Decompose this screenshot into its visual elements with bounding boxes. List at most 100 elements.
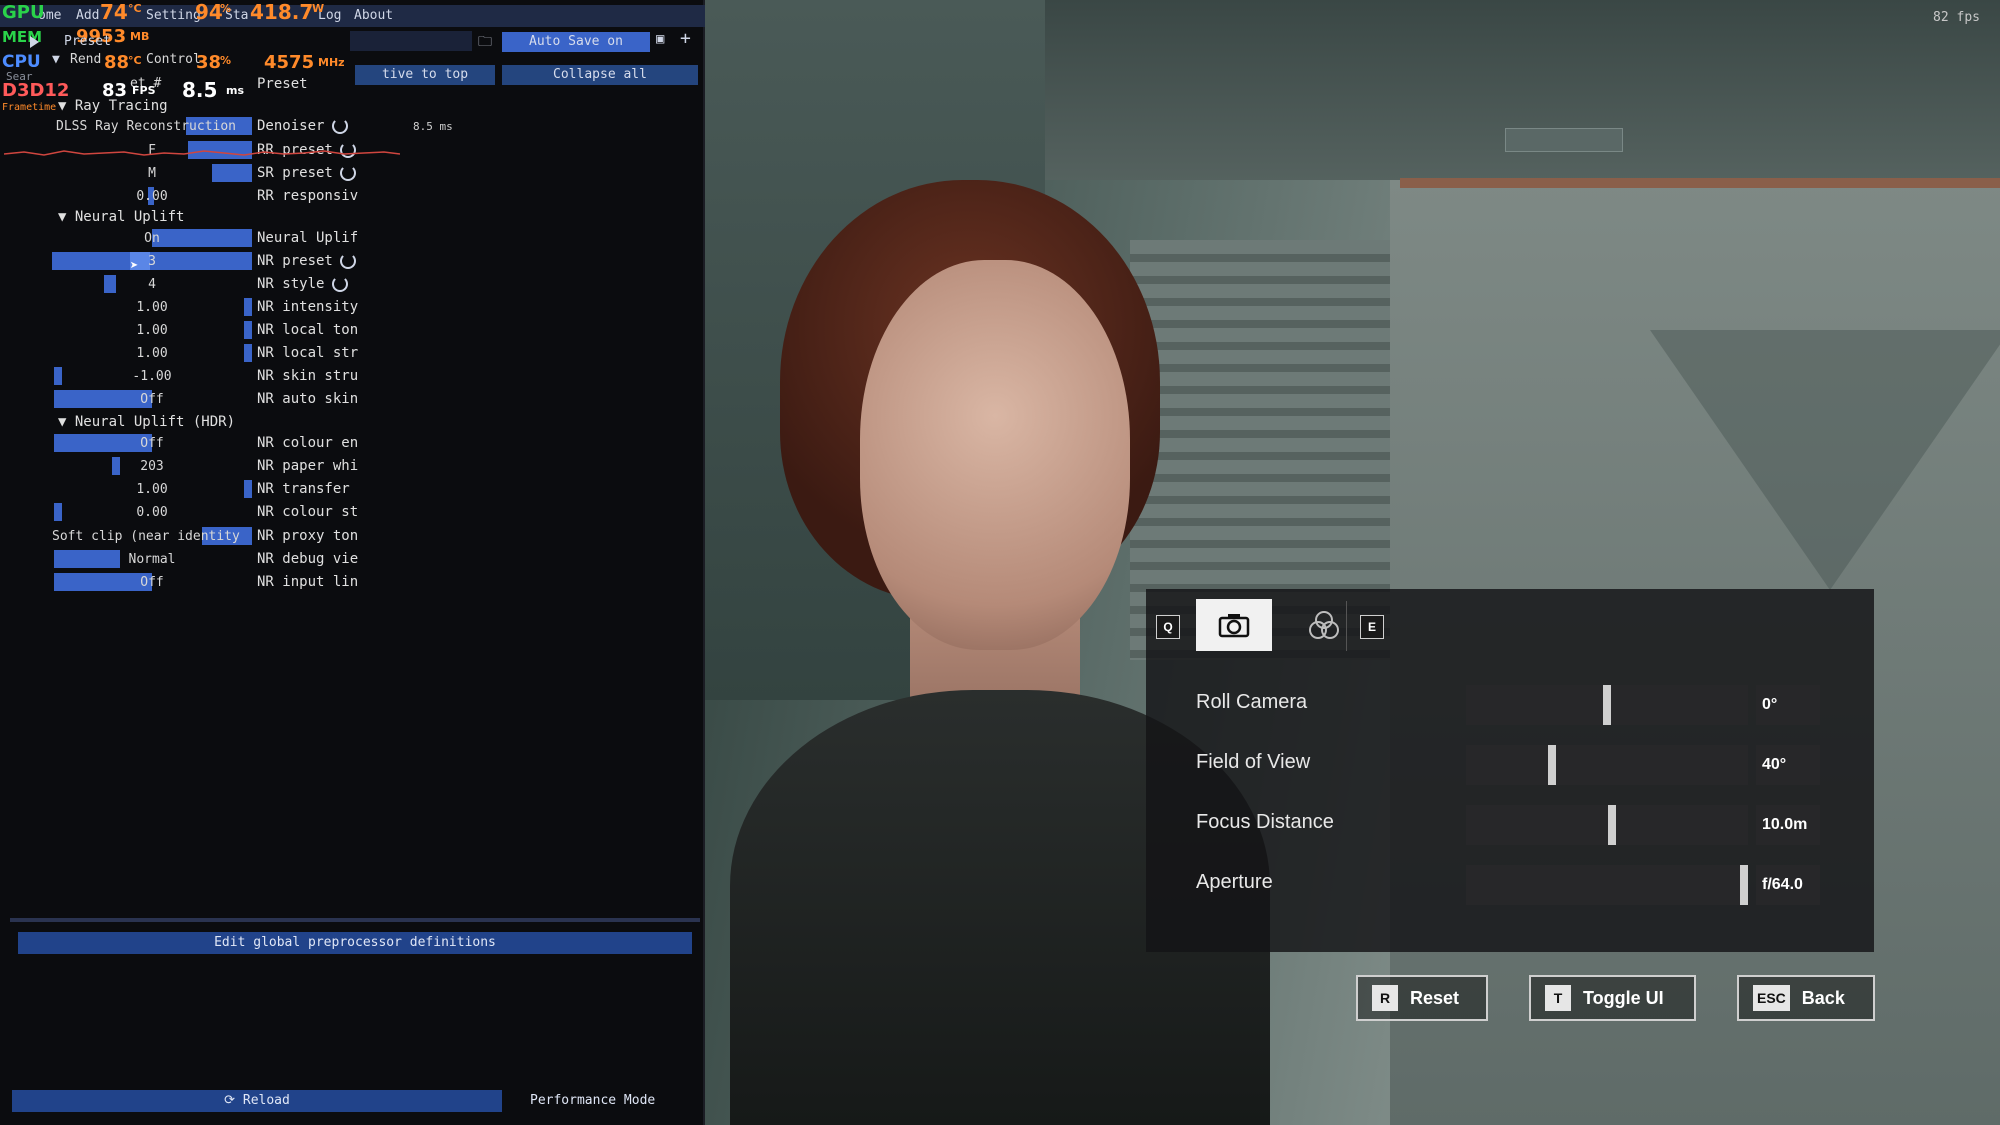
key-t-badge: T	[1545, 985, 1571, 1011]
nr-style-value[interactable]: 4	[52, 277, 252, 292]
nr-auto-skin-value[interactable]: Off	[52, 392, 252, 407]
render-tab[interactable]: Rend	[70, 52, 101, 67]
fps-counter: 82 fps	[1933, 10, 1980, 25]
reset-icon[interactable]	[340, 253, 356, 269]
rr-responsiveness-value[interactable]: 0.00	[52, 189, 252, 204]
back-button[interactable]: ESC Back	[1737, 975, 1875, 1021]
nr-local-tone-value[interactable]: 1.00	[52, 323, 252, 338]
field-of-view-value: 40°	[1756, 745, 1820, 785]
tab-filters[interactable]	[1286, 599, 1362, 651]
sr-preset-value[interactable]: M	[52, 166, 252, 181]
nr-intensity-value[interactable]: 1.00	[52, 300, 252, 315]
performance-mode-checkbox[interactable]: Performance Mode	[530, 1093, 655, 1108]
reload-button[interactable]: ⟳ Reload	[12, 1090, 502, 1112]
denoiser-value[interactable]: DLSS Ray Reconstruction	[56, 119, 252, 134]
field-of-view-thumb[interactable]	[1548, 745, 1556, 785]
section-neural-uplift-hdr[interactable]: ▼ Neural Uplift (HDR)	[58, 414, 235, 430]
nr-paper-white-value[interactable]: 203	[52, 459, 252, 474]
aperture-slider[interactable]	[1466, 865, 1748, 905]
nr-auto-skin-label: NR auto skin	[257, 391, 359, 407]
nr-paper-white-label: NR paper whi	[257, 458, 359, 474]
edit-preprocessor-definitions-button[interactable]: Edit global preprocessor definitions	[18, 932, 692, 954]
gpu-power: 418.7	[250, 0, 314, 24]
section-neural-uplift[interactable]: ▼ Neural Uplift	[58, 209, 184, 225]
character-face	[860, 260, 1130, 650]
auto-save-button[interactable]: Auto Save on	[502, 32, 650, 52]
nr-local-tone-label: NR local ton	[257, 322, 359, 338]
gpu-power-unit: W	[312, 2, 325, 15]
roll-camera-label: Roll Camera	[1196, 691, 1308, 713]
handrail	[1400, 178, 2000, 188]
menu-about[interactable]: About	[354, 8, 393, 23]
photo-mode-tabs: Q E	[1146, 589, 1874, 661]
gpu-temp: 74	[100, 0, 128, 24]
nr-input-linear-label: NR input lin	[257, 574, 359, 590]
save-icon[interactable]: ▣	[656, 31, 664, 47]
roll-camera-slider[interactable]	[1466, 685, 1748, 725]
nr-preset-value[interactable]: 3	[52, 254, 252, 269]
nr-proxy-tone-value[interactable]: Soft clip (near identity	[52, 529, 252, 544]
aperture-thumb[interactable]	[1740, 865, 1748, 905]
reshade-panel: ome Add Setting Sta Log About GPU 74 °C …	[0, 0, 705, 1125]
graph-ms-label: 8.5 ms	[413, 120, 453, 133]
nr-style-label: NR style	[257, 276, 325, 292]
nr-skin-structure-value[interactable]: -1.00	[52, 369, 252, 384]
nr-local-strength-label: NR local str	[257, 345, 359, 361]
collapse-all-button[interactable]: Collapse all	[502, 65, 698, 85]
camera-icon	[1218, 614, 1250, 638]
focus-distance-row: Focus Distance 10.0m	[1146, 797, 1874, 851]
key-e-badge[interactable]: E	[1360, 615, 1384, 639]
nr-local-strength-value[interactable]: 1.00	[52, 346, 252, 361]
cpu-temp: 88	[104, 52, 130, 73]
refresh-icon: ⟳	[224, 1093, 236, 1108]
key-q-badge[interactable]: Q	[1156, 615, 1180, 639]
frametime-unit: ms	[226, 84, 245, 97]
active-to-top-button[interactable]: tive to top	[355, 65, 495, 85]
nr-skin-structure-label: NR skin stru	[257, 368, 359, 384]
add-icon[interactable]: +	[680, 28, 691, 49]
reset-icon[interactable]	[332, 276, 348, 292]
aperture-value: f/64.0	[1756, 865, 1820, 905]
fps-unit: FPS	[132, 84, 156, 97]
menu-settings[interactable]: Setting	[146, 8, 201, 23]
nr-colour-enhance-value[interactable]: Off	[52, 436, 252, 451]
roll-camera-value: 0°	[1756, 685, 1820, 725]
focus-distance-slider[interactable]	[1466, 805, 1748, 845]
mouse-cursor-icon: ➤	[130, 258, 139, 274]
control-tab[interactable]: Control	[146, 52, 201, 67]
denoiser-label: Denoiser	[257, 118, 325, 134]
nr-debug-view-value[interactable]: Normal	[52, 552, 252, 567]
toggle-ui-button[interactable]: T Toggle UI	[1529, 975, 1696, 1021]
cpu-clock: 4575	[264, 52, 315, 73]
field-of-view-slider[interactable]	[1466, 745, 1748, 785]
rr-responsiveness-label: RR responsiv	[257, 188, 359, 204]
focus-distance-value: 10.0m	[1756, 805, 1820, 845]
roll-camera-thumb[interactable]	[1603, 685, 1611, 725]
cpu-load-unit: %	[220, 54, 232, 67]
focus-distance-label: Focus Distance	[1196, 811, 1334, 833]
nr-intensity-label: NR intensity	[257, 299, 359, 315]
mem-unit: MB	[130, 30, 150, 43]
nr-input-linear-value[interactable]: Off	[52, 575, 252, 590]
neural-uplift-value[interactable]: On	[52, 231, 252, 246]
color-filter-icon	[1309, 611, 1339, 639]
wall-sign	[1505, 128, 1623, 152]
section-ray-tracing[interactable]: ▼ Ray Tracing	[58, 98, 168, 114]
menu-addons[interactable]: Add	[76, 8, 99, 23]
nr-transfer-value[interactable]: 1.00	[52, 482, 252, 497]
nr-colour-enhance-label: NR colour en	[257, 435, 359, 451]
reset-icon[interactable]	[332, 118, 348, 134]
panel-splitter[interactable]	[10, 918, 700, 922]
wall-triangle-decor	[1650, 330, 2000, 590]
reset-button[interactable]: R Reset	[1356, 975, 1488, 1021]
nr-colour-st-value[interactable]: 0.00	[52, 505, 252, 520]
nr-proxy-tone-label: NR proxy ton	[257, 528, 359, 544]
focus-distance-thumb[interactable]	[1608, 805, 1616, 845]
reset-icon[interactable]	[340, 165, 356, 181]
play-icon[interactable]	[30, 36, 39, 48]
gpu-temp-unit: °C	[128, 2, 142, 15]
neural-uplift-label: Neural Uplif	[257, 230, 359, 246]
preset-field[interactable]	[350, 31, 472, 51]
tab-camera[interactable]	[1196, 599, 1272, 651]
folder-icon[interactable]: 🗀	[478, 31, 492, 55]
